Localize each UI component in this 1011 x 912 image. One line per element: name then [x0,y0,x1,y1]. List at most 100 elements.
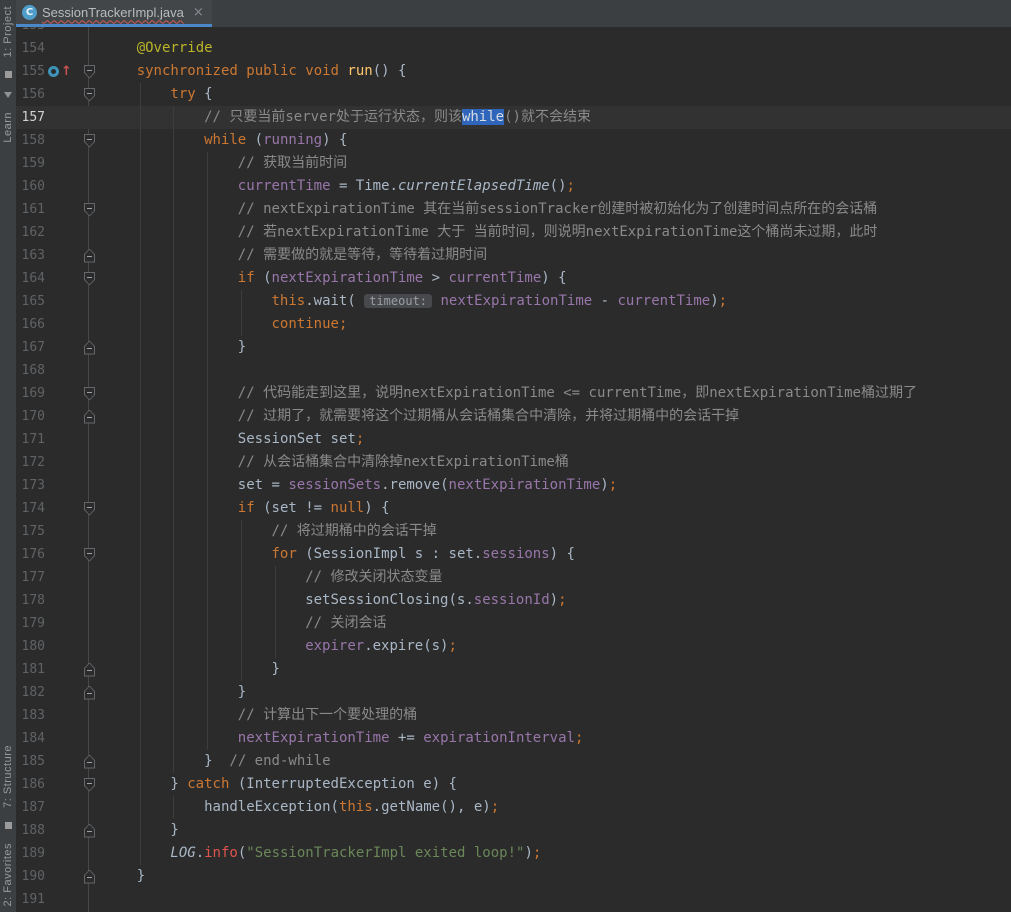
line-number[interactable]: 172 [16,455,46,470]
code-line-181[interactable]: 181} [16,658,1011,681]
line-number[interactable]: 186 [16,777,46,792]
line-number[interactable]: 182 [16,685,46,700]
line-number[interactable]: 169 [16,386,46,401]
line-number[interactable]: 173 [16,478,46,493]
line-number[interactable]: 176 [16,547,46,562]
line-number[interactable]: 155 [16,64,46,79]
code-line-190[interactable]: 190} [16,865,1011,888]
code-line-184[interactable]: 184nextExpirationTime += expirationInter… [16,727,1011,750]
line-number[interactable]: 188 [16,823,46,838]
code-line-187[interactable]: 187handleException(this.getName(), e); [16,796,1011,819]
code-editor[interactable]: 153154@Override155↑synchronized public v… [16,27,1011,912]
code-line-165[interactable]: 165this.wait( timeout: nextExpirationTim… [16,290,1011,313]
code-line-154[interactable]: 154@Override [16,37,1011,60]
line-number[interactable]: 157 [16,110,46,125]
code-line-168[interactable]: 168 [16,359,1011,382]
line-number[interactable]: 179 [16,616,46,631]
fold-marker-open-icon[interactable] [84,88,95,102]
code-line-178[interactable]: 178setSessionClosing(s.sessionId); [16,589,1011,612]
line-number[interactable]: 170 [16,409,46,424]
code-line-179[interactable]: 179// 关闭会话 [16,612,1011,635]
code-line-191[interactable]: 191 [16,888,1011,911]
line-number[interactable]: 171 [16,432,46,447]
code-line-172[interactable]: 172// 从会话桶集合中清除掉nextExpirationTime桶 [16,451,1011,474]
line-number[interactable]: 163 [16,248,46,263]
fold-marker-open-icon[interactable] [84,272,95,286]
tool-button-learn[interactable]: Learn [2,112,14,143]
fold-marker-open-icon[interactable] [84,548,95,562]
code-line-170[interactable]: 170// 过期了，就需要将这个过期桶从会话桶集合中清除，并将过期桶中的会话干掉 [16,405,1011,428]
line-number[interactable]: 164 [16,271,46,286]
fold-marker-open-icon[interactable] [84,203,95,217]
code-line-189[interactable]: 189LOG.info("SessionTrackerImpl exited l… [16,842,1011,865]
fold-marker-end-icon[interactable] [84,755,95,769]
code-line-173[interactable]: 173set = sessionSets.remove(nextExpirati… [16,474,1011,497]
code-line-177[interactable]: 177// 修改关闭状态变量 [16,566,1011,589]
code-line-164[interactable]: 164if (nextExpirationTime > currentTime)… [16,267,1011,290]
fold-marker-open-icon[interactable] [84,502,95,516]
code-line-182[interactable]: 182} [16,681,1011,704]
fold-marker-end-icon[interactable] [84,870,95,884]
fold-marker-end-icon[interactable] [84,249,95,263]
override-method-icon[interactable] [48,66,59,77]
code-line-156[interactable]: 156try { [16,83,1011,106]
tool-button-favorites[interactable]: 2: Favorites [2,843,14,906]
line-number[interactable]: 181 [16,662,46,677]
code-line-153[interactable]: 153 [16,27,1011,37]
line-number[interactable]: 158 [16,133,46,148]
code-line-175[interactable]: 175// 将过期桶中的会话干掉 [16,520,1011,543]
line-number[interactable]: 162 [16,225,46,240]
code-line-161[interactable]: 161// nextExpirationTime 其在当前sessionTrac… [16,198,1011,221]
line-number[interactable]: 178 [16,593,46,608]
tool-button-structure[interactable]: 7: Structure [2,745,14,808]
line-number[interactable]: 177 [16,570,46,585]
line-number[interactable]: 187 [16,800,46,815]
code-line-157[interactable]: 157// 只要当前server处于运行状态，则该while()就不会结束 [16,106,1011,129]
line-number[interactable]: 185 [16,754,46,769]
overrides-arrow-icon[interactable]: ↑ [61,65,72,78]
line-number[interactable]: 160 [16,179,46,194]
line-number[interactable]: 175 [16,524,46,539]
fold-marker-end-icon[interactable] [84,686,95,700]
tool-window-square-icon[interactable] [5,71,12,78]
code-line-176[interactable]: 176for (SessionImpl s : set.sessions) { [16,543,1011,566]
line-number[interactable]: 165 [16,294,46,309]
fold-marker-end-icon[interactable] [84,824,95,838]
code-line-158[interactable]: 158while (running) { [16,129,1011,152]
fold-marker-open-icon[interactable] [84,778,95,792]
code-line-180[interactable]: 180expirer.expire(s); [16,635,1011,658]
line-number[interactable]: 168 [16,363,46,378]
line-number[interactable]: 184 [16,731,46,746]
code-line-155[interactable]: 155↑synchronized public void run() { [16,60,1011,83]
line-number[interactable]: 166 [16,317,46,332]
code-line-188[interactable]: 188} [16,819,1011,842]
line-number[interactable]: 191 [16,892,46,907]
tool-window-square-icon[interactable] [5,822,12,829]
code-line-163[interactable]: 163// 需要做的就是等待，等待着过期时间 [16,244,1011,267]
line-number[interactable]: 156 [16,87,46,102]
fold-marker-end-icon[interactable] [84,410,95,424]
code-line-159[interactable]: 159// 获取当前时间 [16,152,1011,175]
code-line-160[interactable]: 160currentTime = Time.currentElapsedTime… [16,175,1011,198]
line-number[interactable]: 167 [16,340,46,355]
code-line-186[interactable]: 186} catch (InterruptedException e) { [16,773,1011,796]
code-line-169[interactable]: 169// 代码能走到这里，说明nextExpirationTime <= cu… [16,382,1011,405]
fold-marker-open-icon[interactable] [84,65,95,79]
fold-marker-open-icon[interactable] [84,134,95,148]
line-number[interactable]: 153 [16,27,46,33]
code-line-167[interactable]: 167} [16,336,1011,359]
fold-marker-end-icon[interactable] [84,663,95,677]
code-line-185[interactable]: 185} // end-while [16,750,1011,773]
line-number[interactable]: 180 [16,639,46,654]
line-number[interactable]: 154 [16,41,46,56]
fold-marker-open-icon[interactable] [84,387,95,401]
line-number[interactable]: 183 [16,708,46,723]
close-icon[interactable]: × [193,5,204,20]
tab-sessiontrackerimpl-java[interactable]: C SessionTrackerImpl.java × [16,0,212,27]
line-number[interactable]: 190 [16,869,46,884]
line-number[interactable]: 174 [16,501,46,516]
code-line-183[interactable]: 183// 计算出下一个要处理的桶 [16,704,1011,727]
fold-marker-end-icon[interactable] [84,341,95,355]
line-number[interactable]: 161 [16,202,46,217]
code-line-166[interactable]: 166continue; [16,313,1011,336]
